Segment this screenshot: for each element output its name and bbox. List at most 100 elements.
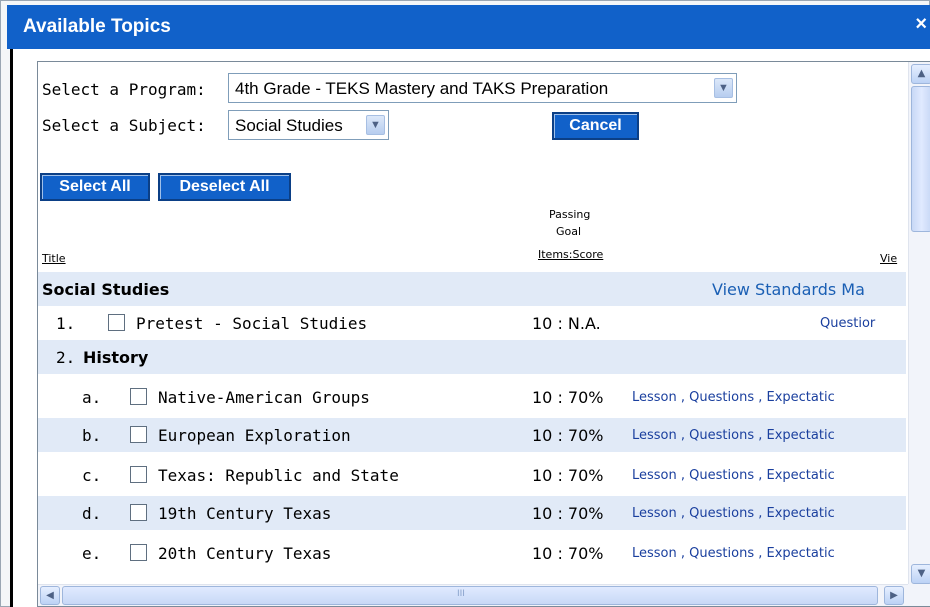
items-score-column-header[interactable]: Items:Score: [538, 248, 603, 261]
topic-checkbox[interactable]: [130, 388, 147, 405]
link-separator: ,: [676, 546, 690, 561]
scroll-down-icon[interactable]: ▼: [911, 564, 930, 584]
scrollbar-corner: [908, 584, 930, 606]
topic-score: 10 : 70%: [532, 504, 604, 523]
subject-label: Select a Subject:: [42, 116, 206, 135]
pretest-score: 10 : N.A.: [532, 314, 601, 333]
chevron-down-icon[interactable]: ▼: [714, 78, 733, 98]
link-separator: ,: [754, 428, 767, 443]
topic-score: 10 : 70%: [532, 544, 604, 563]
topic-checkbox[interactable]: [130, 426, 147, 443]
scroll-up-icon[interactable]: ▲: [911, 64, 930, 84]
topic-label: European Exploration: [158, 426, 351, 445]
topic-links: Lesson , Questions , Expectatic: [632, 428, 835, 443]
passing-header: Passing: [549, 208, 591, 221]
expectations-link[interactable]: Expectatic: [767, 506, 835, 521]
link-separator: ,: [754, 506, 767, 521]
section-title: Social Studies: [42, 280, 170, 299]
topic-label: Texas: Republic and State: [158, 466, 399, 485]
view-standards-link[interactable]: View Standards Ma: [712, 280, 865, 299]
view-column-header[interactable]: Vie: [880, 252, 897, 265]
scroll-left-icon[interactable]: ◀: [40, 586, 60, 605]
category-label: History: [83, 348, 149, 367]
topic-checkbox[interactable]: [130, 544, 147, 561]
topic-label: Native-American Groups: [158, 388, 370, 407]
questions-link[interactable]: Questior: [820, 316, 875, 331]
dialog-title-bar: Available Topics ×: [7, 5, 930, 49]
topic-score: 10 : 70%: [532, 388, 604, 407]
lesson-link[interactable]: Lesson: [632, 428, 677, 443]
lesson-link[interactable]: Lesson: [632, 506, 677, 521]
table-row: c. Texas: Republic and State 10 : 70% Le…: [38, 458, 906, 492]
topic-score: 10 : 70%: [532, 466, 604, 485]
questions-link[interactable]: Questions: [689, 468, 754, 483]
questions-link[interactable]: Questions: [689, 390, 754, 405]
program-label: Select a Program:: [42, 80, 206, 99]
topic-links: Lesson , Questions , Expectatic: [632, 390, 835, 405]
vertical-scroll-thumb[interactable]: [911, 86, 930, 232]
cancel-button[interactable]: Cancel: [552, 112, 639, 140]
horizontal-scrollbar[interactable]: ◀ III ▶: [38, 584, 930, 606]
pretest-label: Pretest - Social Studies: [136, 314, 368, 333]
row-number: 1.: [56, 314, 76, 333]
topic-score: 10 : 70%: [532, 426, 604, 445]
dialog-title: Available Topics: [23, 16, 171, 37]
row-letter: a.: [82, 388, 102, 407]
row-number: 2.: [56, 348, 76, 367]
row-letter: c.: [82, 466, 102, 485]
questions-link[interactable]: Questions: [689, 506, 754, 521]
expectations-link[interactable]: Expectatic: [767, 468, 835, 483]
program-select-value: 4th Grade - TEKS Mastery and TAKS Prepar…: [235, 79, 609, 98]
expectations-link[interactable]: Expectatic: [767, 428, 835, 443]
questions-link[interactable]: Questions: [689, 546, 754, 561]
topics-scroll-pane: Select a Program: 4th Grade - TEKS Maste…: [37, 61, 930, 607]
link-separator: ,: [676, 468, 690, 483]
link-separator: ,: [676, 428, 690, 443]
close-icon[interactable]: ×: [915, 13, 927, 36]
link-separator: ,: [754, 468, 767, 483]
deselect-all-button[interactable]: Deselect All: [158, 173, 291, 201]
pretest-checkbox[interactable]: [108, 314, 125, 331]
topic-checkbox[interactable]: [130, 504, 147, 521]
title-column-header[interactable]: Title: [42, 252, 66, 265]
topics-content: Select a Program: 4th Grade - TEKS Maste…: [38, 62, 906, 586]
lesson-link[interactable]: Lesson: [632, 468, 677, 483]
topic-links: Lesson , Questions , Expectatic: [632, 546, 835, 561]
topic-label: 20th Century Texas: [158, 544, 332, 563]
row-letter: d.: [82, 504, 102, 523]
select-all-button[interactable]: Select All: [40, 173, 150, 201]
questions-link[interactable]: Questions: [689, 428, 754, 443]
lesson-link[interactable]: Lesson: [632, 390, 677, 405]
expectations-link[interactable]: Expectatic: [767, 546, 835, 561]
subject-select-value: Social Studies: [235, 116, 343, 135]
subject-select[interactable]: Social Studies ▼: [228, 110, 389, 140]
chevron-down-icon[interactable]: ▼: [366, 115, 385, 135]
link-separator: ,: [676, 390, 690, 405]
row-letter: e.: [82, 544, 102, 563]
table-row: a. Native-American Groups 10 : 70% Lesso…: [38, 380, 906, 414]
table-row: e. 20th Century Texas 10 : 70% Lesson , …: [38, 536, 906, 570]
table-row: 1. Pretest - Social Studies 10 : N.A. Qu…: [38, 306, 906, 340]
table-row: d. 19th Century Texas 10 : 70% Lesson , …: [38, 496, 906, 530]
link-separator: ,: [676, 506, 690, 521]
table-row: b. European Exploration 10 : 70% Lesson …: [38, 418, 906, 452]
topic-checkbox[interactable]: [130, 466, 147, 483]
expectations-link[interactable]: Expectatic: [767, 390, 835, 405]
vertical-scrollbar[interactable]: ▲ ▼: [908, 62, 930, 586]
link-separator: ,: [754, 546, 767, 561]
scroll-right-icon[interactable]: ▶: [884, 586, 904, 605]
dialog-body: Select a Program: 4th Grade - TEKS Maste…: [10, 49, 930, 607]
topic-links: Lesson , Questions , Expectatic: [632, 468, 835, 483]
horizontal-scroll-thumb[interactable]: III: [62, 586, 878, 605]
lesson-link[interactable]: Lesson: [632, 546, 677, 561]
topic-label: 19th Century Texas: [158, 504, 332, 523]
link-separator: ,: [754, 390, 767, 405]
program-select[interactable]: 4th Grade - TEKS Mastery and TAKS Prepar…: [228, 73, 737, 103]
available-topics-dialog: Available Topics × Select a Program: 4th…: [0, 0, 930, 607]
pretest-questions-link[interactable]: Questior: [820, 316, 875, 331]
topic-links: Lesson , Questions , Expectatic: [632, 506, 835, 521]
category-row-history: 2. History: [38, 340, 906, 374]
row-letter: b.: [82, 426, 102, 445]
scroll-grip-icon: III: [457, 589, 465, 599]
goal-header: Goal: [556, 225, 582, 238]
